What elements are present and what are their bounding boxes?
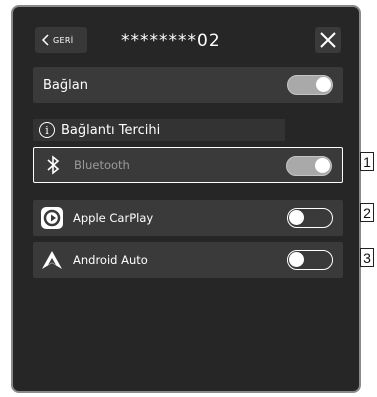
connection-preference-header: i Bağlantı Tercihi [33, 119, 285, 141]
option-label: Android Auto [73, 253, 148, 267]
bluetooth-icon [42, 154, 64, 176]
bluetooth-toggle[interactable] [286, 156, 332, 176]
connect-label: Bağlan [43, 77, 88, 93]
callout-1: 1 [360, 152, 374, 171]
connect-row[interactable]: Bağlan [33, 67, 343, 103]
settings-screen: GERİ ********02 Bağlan i Bağlantı Tercih… [11, 5, 361, 393]
device-name: ********02 [121, 31, 221, 51]
callout-3: 3 [360, 248, 374, 267]
chevron-left-icon [41, 34, 49, 46]
toggle-knob [316, 77, 331, 92]
close-button[interactable] [315, 27, 341, 53]
option-label: Apple CarPlay [73, 211, 154, 225]
preference-heading: Bağlantı Tercihi [61, 122, 161, 138]
android-auto-toggle[interactable] [287, 250, 333, 270]
option-android-auto[interactable]: Android Auto [33, 242, 343, 278]
close-icon [320, 32, 336, 48]
option-bluetooth[interactable]: Bluetooth [33, 147, 343, 183]
android-auto-icon [41, 249, 63, 271]
option-label: Bluetooth [74, 158, 130, 172]
info-icon: i [39, 122, 55, 138]
header: GERİ ********02 [13, 7, 359, 65]
callout-2: 2 [360, 203, 374, 222]
carplay-icon [41, 207, 63, 229]
connect-toggle[interactable] [287, 75, 333, 95]
toggle-knob [289, 210, 304, 225]
back-label: GERİ [53, 35, 74, 45]
back-button[interactable]: GERİ [35, 27, 87, 53]
option-apple-carplay[interactable]: Apple CarPlay [33, 200, 343, 236]
carplay-toggle[interactable] [287, 208, 333, 228]
toggle-knob [315, 158, 330, 173]
toggle-knob [289, 252, 304, 267]
